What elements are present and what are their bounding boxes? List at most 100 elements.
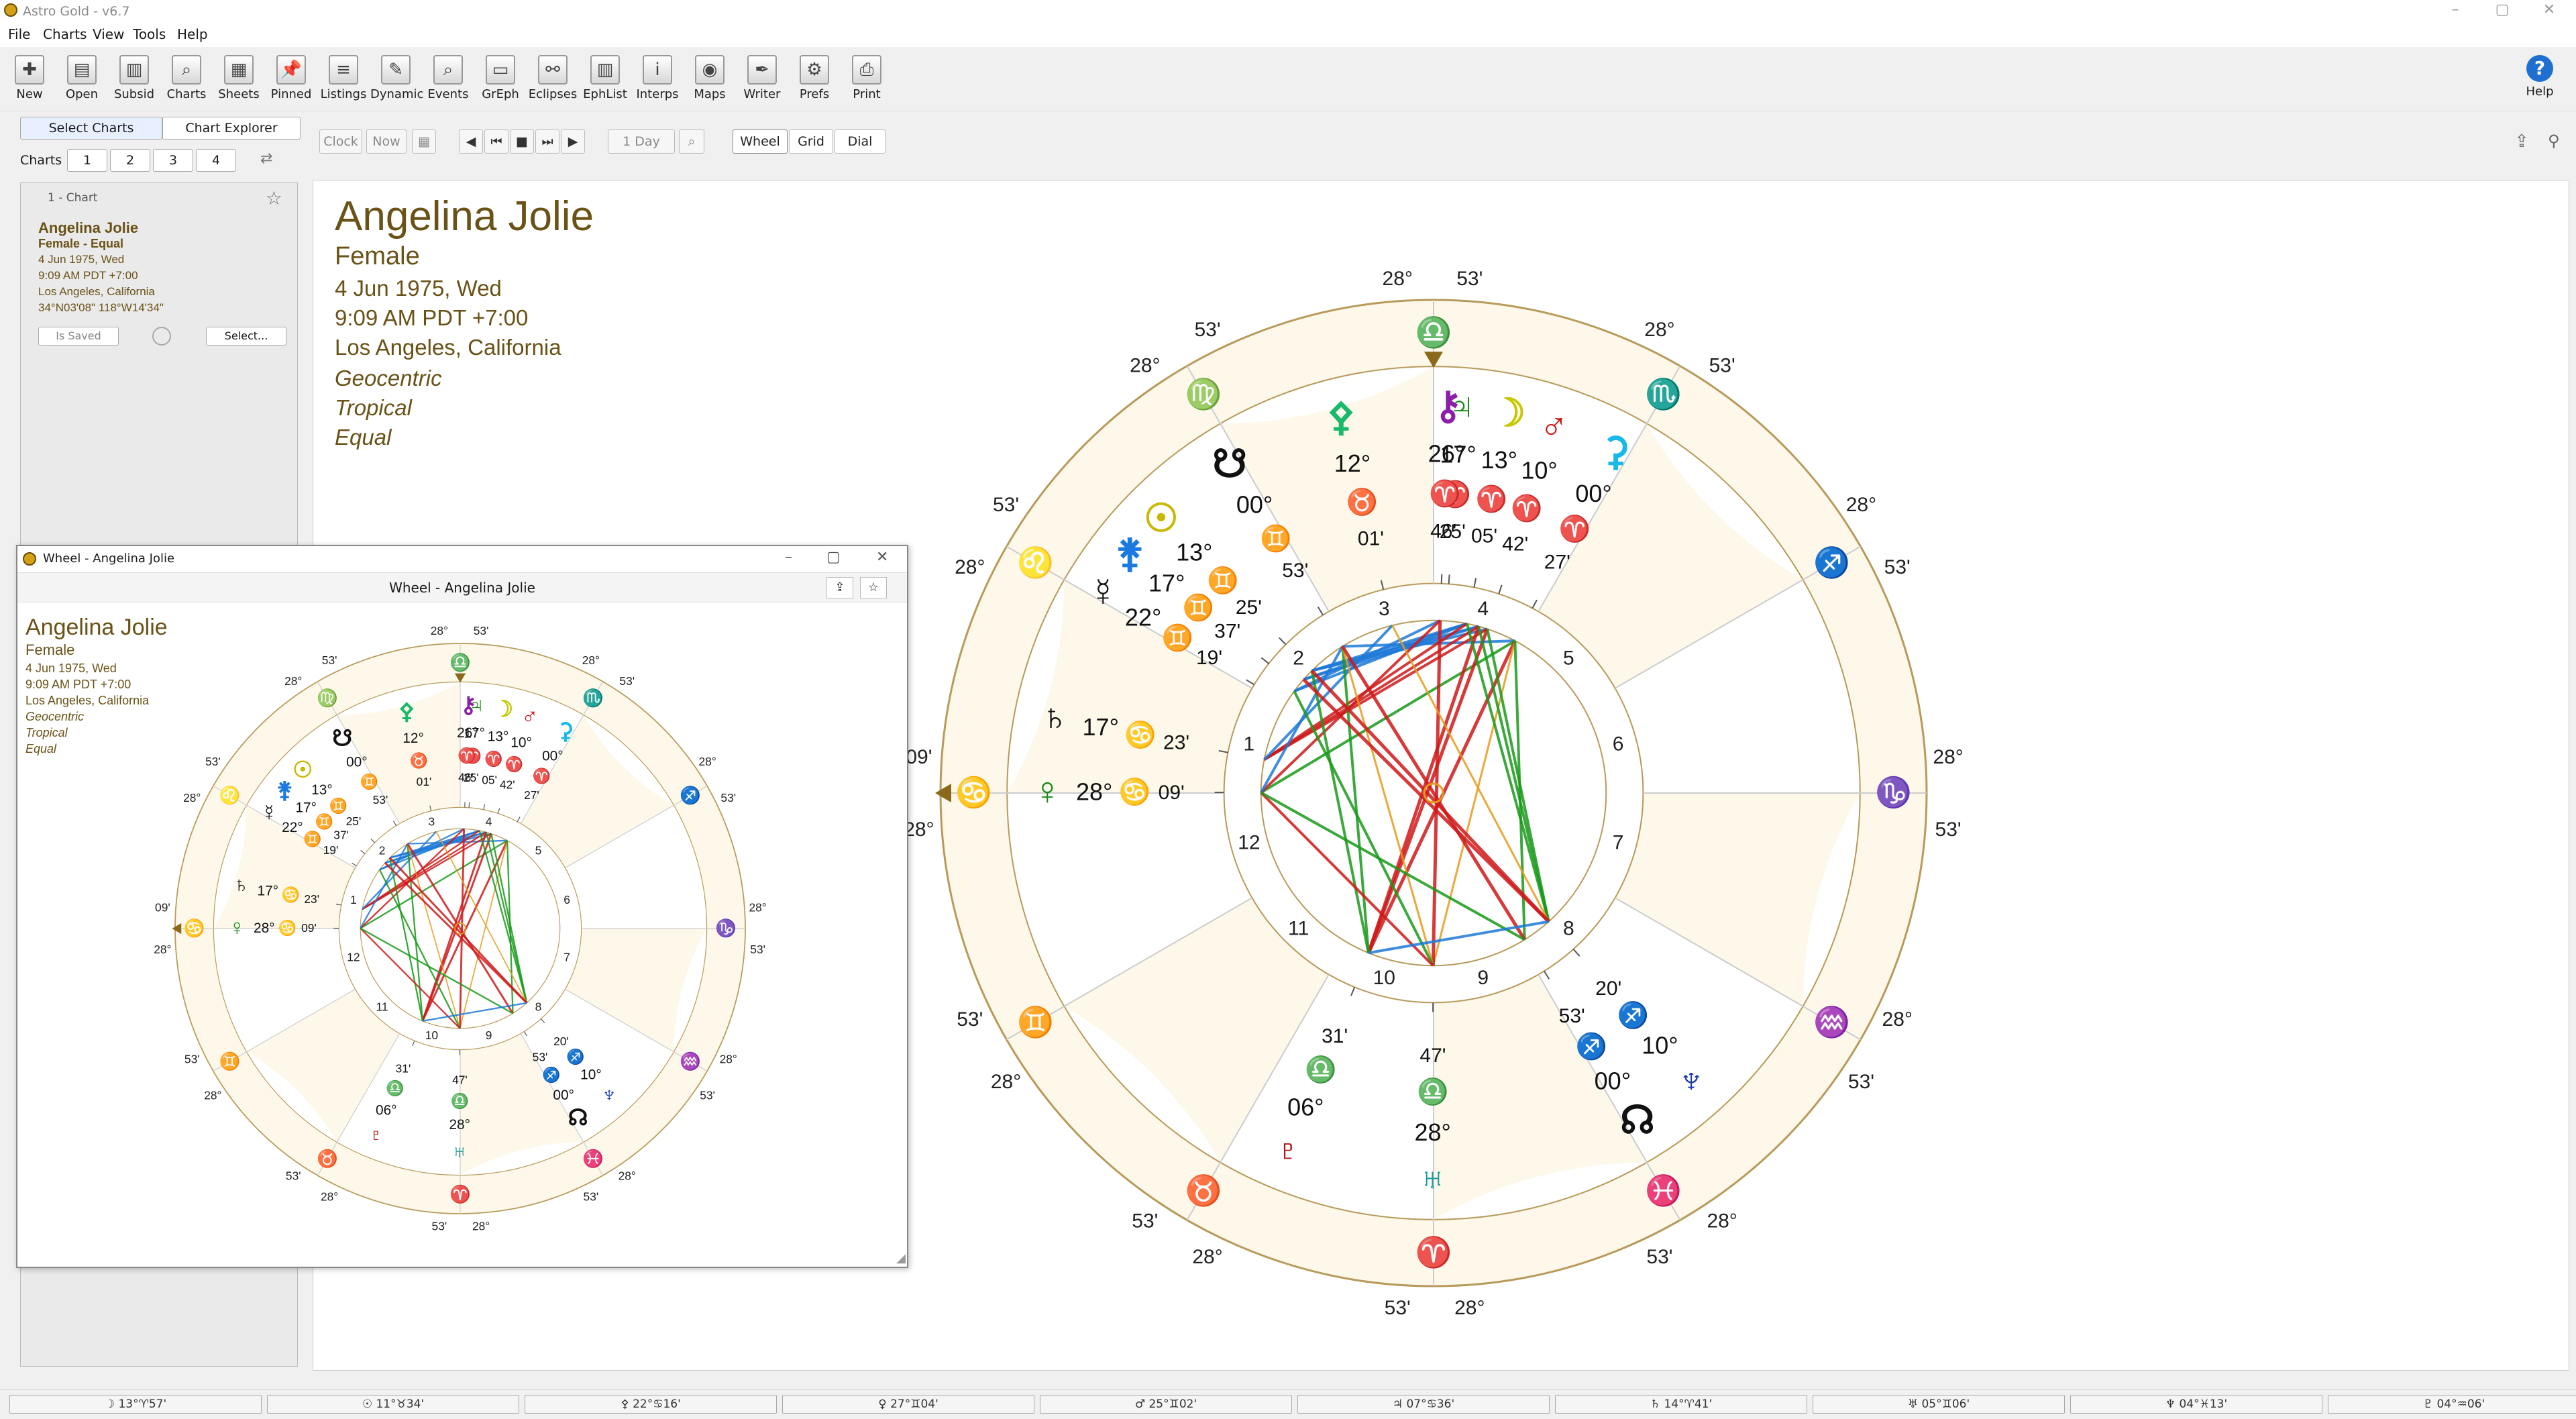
maximize-button[interactable]: ▢ bbox=[2482, 1, 2522, 18]
subwindow-inner-title: Wheel - Angelina Jolie bbox=[389, 580, 535, 596]
toolbar-label: Sheets bbox=[218, 87, 260, 101]
step-size-field[interactable]: 1 Day bbox=[608, 129, 675, 154]
clock-button[interactable]: Clock bbox=[319, 129, 362, 154]
fast-forward-icon[interactable]: ⏭ bbox=[535, 129, 559, 154]
menu-tools[interactable]: Tools bbox=[133, 26, 166, 42]
tab-select-charts[interactable]: Select Charts bbox=[20, 117, 162, 140]
toolbar-subsid-button[interactable]: ▥ Subsid bbox=[109, 55, 160, 101]
chart-slot-1[interactable]: 1 bbox=[67, 149, 107, 172]
help-button[interactable]: ? Help bbox=[2520, 55, 2560, 99]
toolbar-listings-button[interactable]: ≡ Listings bbox=[318, 55, 369, 101]
status-planet-8[interactable]: ♆ 04°♓13' bbox=[2070, 1395, 2322, 1414]
wheel-subwindow[interactable]: Wheel - Angelina Jolie – ▢ ✕ Wheel - Ang… bbox=[16, 545, 908, 1268]
pin-icon[interactable]: ⚲ bbox=[2548, 132, 2560, 150]
planet-minutes: 47' bbox=[452, 1073, 468, 1086]
resize-grip-icon[interactable]: ◢ bbox=[896, 1251, 906, 1265]
close-button[interactable]: ✕ bbox=[2529, 1, 2569, 18]
stop-icon[interactable]: ■ bbox=[510, 129, 534, 154]
chart-slot-2[interactable]: 2 bbox=[110, 149, 150, 172]
shuffle-icon[interactable]: ⇄ bbox=[260, 150, 272, 167]
toolbar-ephlist-button[interactable]: ▥ EphList bbox=[580, 55, 631, 101]
toolbar-new-button[interactable]: ✚ New bbox=[4, 55, 55, 101]
cusp-minutes: 53' bbox=[184, 1053, 200, 1066]
house-number: 11 bbox=[1288, 917, 1309, 939]
step-forward-icon[interactable]: ▶ bbox=[561, 129, 585, 154]
toolbar-pinned-button[interactable]: 📌 Pinned bbox=[266, 55, 317, 101]
toolbar-dynamic-button[interactable]: ✎ Dynamic bbox=[370, 55, 423, 101]
toolbar-interps-button[interactable]: i Interps bbox=[632, 55, 683, 101]
toolbar-charts-button[interactable]: ⌕ Charts bbox=[161, 55, 212, 101]
status-planet-2[interactable]: ⚴ 22°♋16' bbox=[525, 1395, 777, 1414]
star-icon[interactable]: ☆ bbox=[266, 187, 282, 209]
planet-minutes: 05' bbox=[482, 774, 497, 787]
toolbar-greph-button[interactable]: ▭ GrEph bbox=[475, 55, 526, 101]
planet-sign: ♋ bbox=[1124, 720, 1156, 749]
status-planet-5[interactable]: ♃ 07°♋36' bbox=[1297, 1395, 1550, 1414]
toolbar-events-button[interactable]: ⌕ Events bbox=[423, 55, 474, 101]
toolbar-writer-button[interactable]: ✒ Writer bbox=[737, 55, 788, 101]
house-number: 4 bbox=[486, 815, 492, 829]
menu-bar: File Charts View Tools Help bbox=[0, 21, 2576, 47]
minimize-button[interactable]: – bbox=[2435, 1, 2475, 18]
planet-sign: ♐ bbox=[566, 1049, 584, 1065]
status-planet-7[interactable]: ♅ 05°♊06' bbox=[1813, 1395, 2065, 1414]
planet-glyph: ♀ bbox=[229, 916, 246, 941]
subwindow-close[interactable]: ✕ bbox=[876, 549, 888, 566]
status-planet-4[interactable]: ♂ 25°♊02' bbox=[1040, 1395, 1292, 1414]
cusp-sign-glyph: ♓ bbox=[582, 1148, 604, 1168]
status-planet-3[interactable]: ♀ 27°♊04' bbox=[782, 1395, 1034, 1414]
subwindow-titlebar[interactable]: Wheel - Angelina Jolie – ▢ ✕ bbox=[17, 546, 907, 573]
rewind-icon[interactable]: ⏮ bbox=[484, 129, 508, 154]
menu-help[interactable]: Help bbox=[177, 26, 208, 42]
planet-glyph: ☿ bbox=[261, 800, 278, 825]
sub-chart-wheel[interactable]: 1♋28°09'2♌28°53'3♍28°53'4♎28° 53'5♏28°53'… bbox=[17, 602, 907, 1267]
status-planet-6[interactable]: ♄ 14°♈41' bbox=[1555, 1395, 1807, 1414]
is-saved-button[interactable]: Is Saved bbox=[38, 327, 119, 346]
status-planet-0[interactable]: ☽ 13°♈57' bbox=[9, 1395, 262, 1414]
select-button[interactable]: Select... bbox=[206, 327, 286, 346]
toolbar-label: Prefs bbox=[799, 87, 830, 101]
tab-chart-explorer[interactable]: Chart Explorer bbox=[162, 117, 301, 140]
status-planet-1[interactable]: ☉ 11°♉34' bbox=[267, 1395, 519, 1414]
menu-charts[interactable]: Charts bbox=[43, 26, 87, 42]
now-button[interactable]: Now bbox=[366, 129, 407, 154]
toolbar-open-button[interactable]: ▤ Open bbox=[56, 55, 107, 101]
chart-slot-3[interactable]: 3 bbox=[153, 149, 193, 172]
planet-minutes: 46' bbox=[458, 770, 474, 784]
toolbar-print-button[interactable]: ⎙ Print bbox=[841, 55, 892, 101]
dynamic-icon: ✎ bbox=[381, 55, 411, 85]
toolbar-prefs-button[interactable]: ⚙ Prefs bbox=[789, 55, 840, 101]
planet-glyph: ⚵ bbox=[1116, 531, 1144, 575]
calendar-icon[interactable]: ▦ bbox=[412, 129, 436, 154]
status-planet-9[interactable]: ♇ 04°♒06' bbox=[2328, 1395, 2576, 1414]
menu-view[interactable]: View bbox=[93, 26, 124, 42]
charts-icon: ⌕ bbox=[172, 55, 201, 85]
toolbar: ✚ New ▤ Open ▥ Subsid ⌕ Charts ▦ Sheets 📌 Pinned ≡ Li… bbox=[0, 47, 2576, 111]
chart-slot-4[interactable]: 4 bbox=[196, 149, 236, 172]
share-icon[interactable]: ⇪ bbox=[2514, 132, 2529, 152]
cusp-degree: 28° bbox=[904, 819, 934, 841]
subwindow-star-icon[interactable]: ☆ bbox=[860, 577, 887, 598]
view-grid[interactable]: Grid bbox=[789, 129, 833, 154]
step-back-icon[interactable]: ◀ bbox=[459, 129, 483, 154]
subwindow-share-icon[interactable]: ⇪ bbox=[826, 577, 853, 598]
view-dial[interactable]: Dial bbox=[835, 129, 885, 154]
planet-glyph: ♂ bbox=[1540, 403, 1569, 447]
toolbar-label: Print bbox=[853, 87, 881, 101]
view-wheel[interactable]: Wheel bbox=[733, 129, 788, 154]
subwindow-minimize[interactable]: – bbox=[785, 549, 792, 566]
search-icon[interactable]: ⌕ bbox=[679, 129, 704, 154]
toolbar-sheets-button[interactable]: ▦ Sheets bbox=[213, 55, 264, 101]
planet-glyph: ⚵ bbox=[276, 778, 293, 803]
cusp-minutes: 53' bbox=[957, 1008, 983, 1031]
menu-file[interactable]: File bbox=[8, 26, 30, 42]
subwindow-maximize[interactable]: ▢ bbox=[826, 549, 841, 566]
sync-icon[interactable] bbox=[152, 327, 171, 346]
cusp-degree: 28° bbox=[1644, 319, 1674, 341]
cusp-minutes: 53' bbox=[205, 755, 221, 768]
toolbar-maps-button[interactable]: ◉ Maps bbox=[684, 55, 735, 101]
toolbar-label: Interps bbox=[636, 87, 679, 101]
planet-sign: ♈ bbox=[1511, 493, 1542, 523]
toolbar-eclipses-button[interactable]: ⚯ Eclipses bbox=[527, 55, 578, 101]
planet-degree: 28° bbox=[1414, 1118, 1450, 1146]
